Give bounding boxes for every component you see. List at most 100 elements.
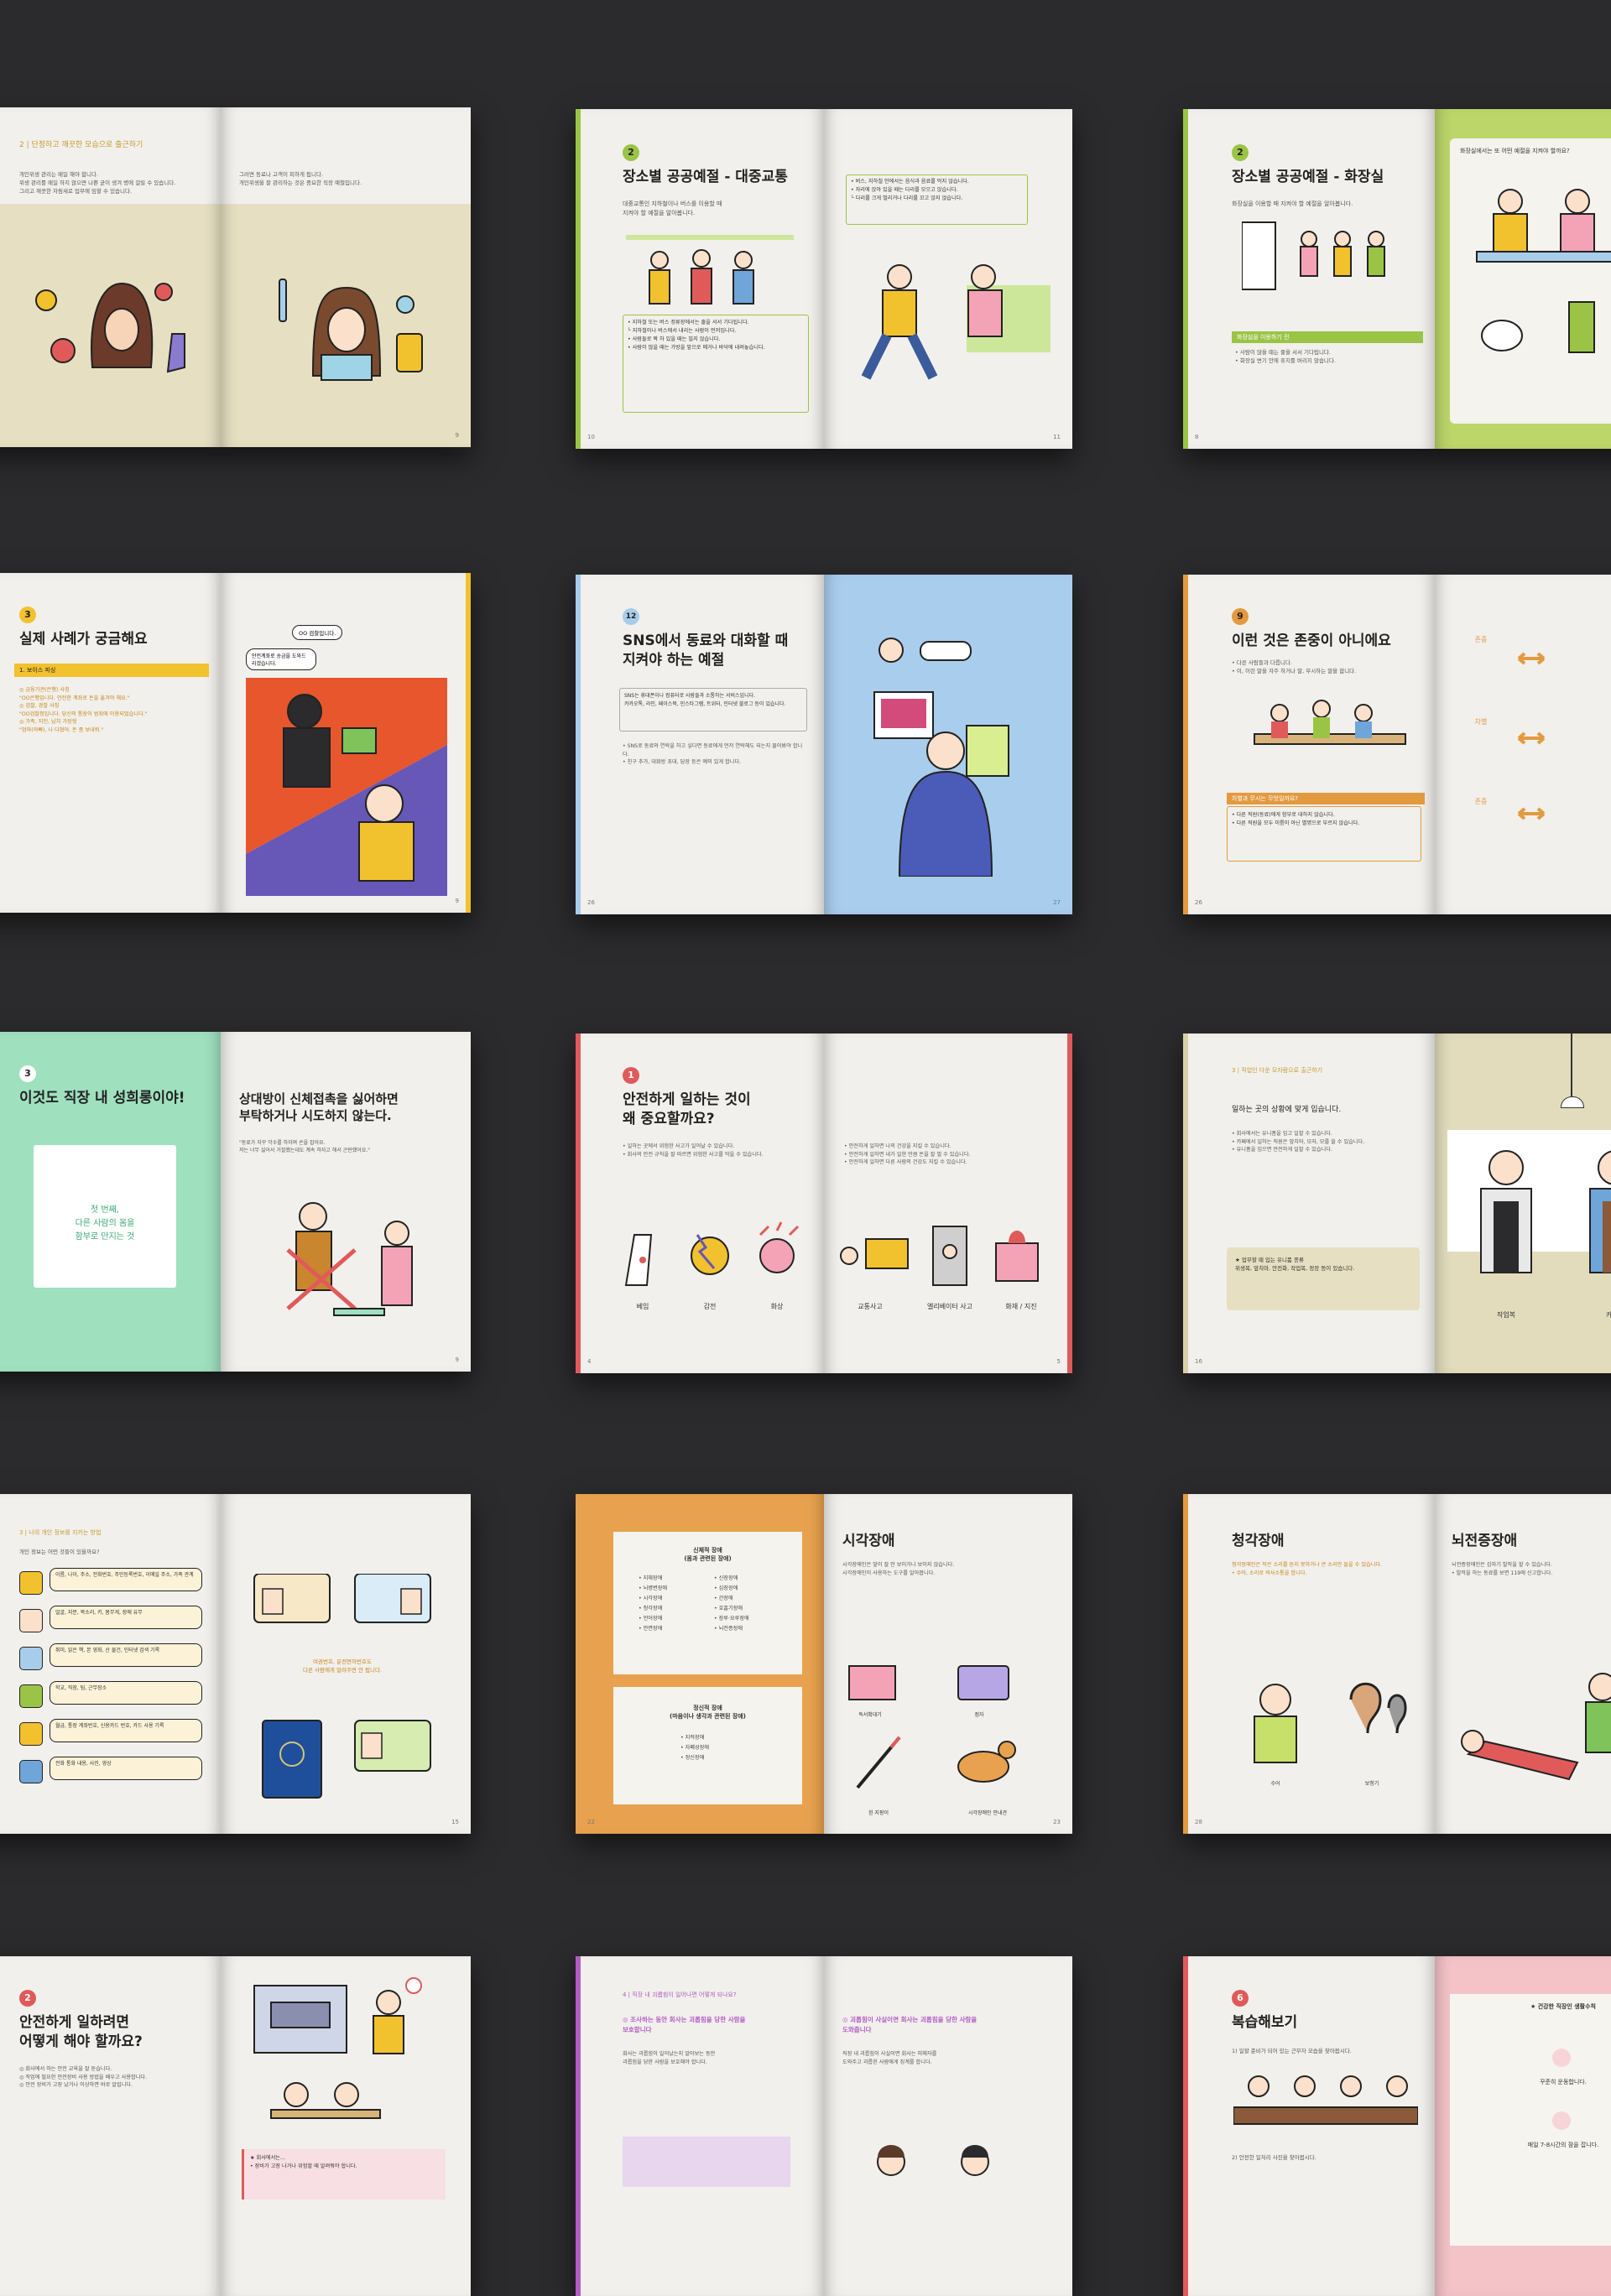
mockup-canvas: { "colors": { "background": "#2b2b2d", "… bbox=[0, 0, 1611, 2296]
aid-caption: 시각장애인 안내견 bbox=[967, 1810, 1008, 1816]
info-item: 이름, 나이, 주소, 전화번호, 주민등록번호, 이메일 주소, 가족 관계 bbox=[19, 1568, 212, 1598]
chapter-badge: 12 bbox=[623, 608, 639, 625]
info-item-label: 전화 통화 내용, 사진, 영상 bbox=[50, 1757, 202, 1780]
chapter-badge: 2 bbox=[1232, 144, 1249, 161]
page-number: 11 bbox=[1053, 434, 1061, 440]
hazard-caption: 화상 bbox=[770, 1303, 784, 1310]
question-text: 2) 안전한 일처리 사진을 찾아봅시다. bbox=[1232, 2154, 1316, 2161]
body-text: 회사는 괴롭힘이 일어났는지 알아보는 동안 괴롭힘을 당한 사람을 보호해야 … bbox=[623, 2051, 716, 2065]
reasons-text: • 안전하게 일하면 나의 건강을 지킬 수 있습니다. • 안전하게 일하면 … bbox=[844, 1143, 971, 1166]
hazard-caption: 베임 bbox=[636, 1303, 649, 1310]
page-title: 이런 것은 존중이 아니에요 bbox=[1232, 633, 1391, 649]
accent-stripe bbox=[1067, 1033, 1072, 1373]
book-spread-review: 6 복습해보기 1) 일할 준비가 되어 있는 근무자 모습을 찾아봅시다. 2… bbox=[1183, 1956, 1611, 2296]
accident-caption: 화재 / 지진 bbox=[1005, 1303, 1037, 1310]
accent-stripe bbox=[1183, 109, 1188, 449]
rule-item: 꾸준히 운동합니다. bbox=[1540, 2079, 1587, 2085]
question-text: 1) 일할 준비가 되어 있는 근무자 모습을 찾아봅시다. bbox=[1232, 2048, 1352, 2054]
section-header: 2 | 단정하고 깨끗한 모습으로 출근하기 bbox=[19, 141, 143, 149]
page-number: 22 bbox=[587, 1819, 595, 1825]
right-page: 존중 차별 존중 bbox=[1435, 575, 1611, 914]
uniform-workers-illustration bbox=[1480, 1150, 1611, 1273]
compare-arrows bbox=[1517, 652, 1546, 820]
section-header: 3 | 나의 개인 정보를 지키는 방법 bbox=[19, 1529, 102, 1536]
clean-woman-illustration bbox=[279, 279, 423, 381]
info-item-label: 월급, 통장 계좌번호, 신용카드 번호, 카드 사용 기록 bbox=[50, 1719, 202, 1742]
rules-text: • 다른 직원(동료)에게 함부로 대하지 않습니다. • 다른 직원을 모두 … bbox=[1232, 812, 1360, 826]
book-spread-uniform: 3 | 직업인 다운 모자람으로 출근하기 일하는 곳의 상황에 맞게 입습니다… bbox=[1183, 1033, 1611, 1373]
example-card-text: 첫 번째, 다른 사람의 몸을 함부로 만지는 것 bbox=[75, 1205, 135, 1242]
card-mental-list: • 지적장애 • 자폐성장애 • 정신장애 bbox=[680, 1733, 781, 1762]
germs-hair-illustration bbox=[35, 282, 185, 373]
book-spread-transit: 2 장소별 공공예절 - 대중교통 대중교통인 지하철이나 버스를 이용할 때 … bbox=[576, 109, 1072, 449]
info-item: 월급, 통장 계좌번호, 신용카드 번호, 카드 사용 기록 bbox=[19, 1719, 212, 1749]
info-item-icon bbox=[19, 1722, 43, 1746]
left-page: 4 | 직장 내 괴롭힘이 일어나면 어떻게 되나요? ◎ 조사하는 동안 회사… bbox=[576, 1956, 824, 2296]
left-page: 2 장소별 공공예절 - 대중교통 대중교통인 지하철이나 버스를 이용할 때 … bbox=[576, 109, 824, 449]
unwanted-touch-illustration bbox=[286, 1202, 413, 1316]
hazard-caption: 감전 bbox=[703, 1303, 717, 1310]
left-page: 3 이것도 직장 내 성희롱이야! 첫 번째, 다른 사람의 몸을 함부로 만지… bbox=[0, 1032, 221, 1372]
right-page: 상대방이 신체접촉을 싫어하면 부탁하거나 시도하지 않는다. "동료가 자꾸 … bbox=[221, 1032, 471, 1372]
quote-text: "동료가 자꾸 악수를 하자며 손을 잡아요. 저는 너무 싫어서 거절했는데도… bbox=[239, 1140, 371, 1154]
book-spread-hearing: 청각장애 청각장애인은 작은 소리를 듣지 못하거나 큰 소리만 들을 수 있습… bbox=[1183, 1494, 1611, 1834]
page-number: 26 bbox=[1195, 899, 1202, 906]
workers-lineup-illustration bbox=[1233, 2075, 1418, 2125]
page-title: 실제 사례가 궁금해요 bbox=[19, 631, 148, 648]
disability-item: • 청각장애 bbox=[639, 1606, 663, 1611]
disability-item: • 호흡기장애 bbox=[714, 1606, 743, 1611]
info-item-icon bbox=[19, 1684, 43, 1708]
section-header: 3 | 직업인 다운 모자람으로 출근하기 bbox=[1232, 1067, 1323, 1074]
body-text: 그러면 동료나 고객이 피하게 됩니다. 개인위생을 잘 관리하는 것은 중요한… bbox=[239, 171, 362, 187]
page-number: 27 bbox=[1053, 899, 1061, 906]
card-physical-title: 신체적 장애 (몸과 관련된 장애) bbox=[684, 1547, 732, 1562]
accident-caption: 엘리베이터 사고 bbox=[926, 1303, 973, 1310]
left-page: 2 장소별 공공예절 - 화장실 화장실을 이용할 때 지켜야 할 예절을 알아… bbox=[1183, 109, 1435, 449]
intro-text: • 다른 사람들과 다릅니다. • 이, 이런 말을 자주 하거나 말, 무시하… bbox=[1232, 659, 1357, 675]
book-spread-voice-phishing: 3 실제 사례가 궁금해요 1. 보이스 피싱 ◎ 금융기관(은행) 사칭 "O… bbox=[0, 573, 471, 913]
rules-text: ◎ 회사에서 하는 안전 교육을 잘 듣습니다. ◎ 작업에 필요한 안전장비 … bbox=[19, 2066, 148, 2089]
right-page: ★ 회사에서는... • 장비가 고장 나거나 위험할 때 알려줘야 합니다. bbox=[221, 1956, 471, 2296]
book-spread-hygiene: 2 | 단정하고 깨끗한 모습으로 출근하기 개인위생 관리는 매일 해야 합니… bbox=[0, 107, 471, 447]
phone-sns-illustration bbox=[873, 638, 1009, 877]
page-number: 16 bbox=[1195, 1358, 1202, 1365]
right-page: 여권번호, 운전면허번호도 다른 사람에게 알려주면 안 됩니다. 15 bbox=[221, 1494, 471, 1834]
disability-item: • 시각장애 bbox=[639, 1596, 663, 1601]
rules-text: • SNS로 동료와 연락을 하고 싶다면 동료에게 먼저 연락해도 되는지 물… bbox=[623, 743, 803, 766]
book-spread-harassment: 3 이것도 직장 내 성희롱이야! 첫 번째, 다른 사람의 몸을 함부로 만지… bbox=[0, 1032, 471, 1372]
rules-text: • 지하철 또는 버스 정류장에서는 줄을 서서 기다립니다. └ 지하철이나 … bbox=[628, 320, 765, 351]
accent-stripe bbox=[1183, 575, 1188, 914]
intro-text: 뇌전증장애인은 갑자기 발작을 할 수 있습니다. • 발작을 하는 동료를 보… bbox=[1452, 1562, 1553, 1576]
page-number: 4 bbox=[587, 1358, 592, 1365]
left-page: 9 이런 것은 존중이 아니에요 • 다른 사람들과 다릅니다. • 이, 이런… bbox=[1183, 575, 1435, 914]
book-spread-bullying: 4 | 직장 내 괴롭힘이 일어나면 어떻게 되나요? ◎ 조사하는 동안 회사… bbox=[576, 1956, 1072, 2296]
aid-caption: 점자 bbox=[974, 1712, 984, 1718]
info-item-label: 취미, 읽은 책, 본 영화, 산 물건, 인터넷 검색 기록 bbox=[50, 1643, 202, 1667]
book-spread-restroom: 2 장소별 공공예절 - 화장실 화장실을 이용할 때 지켜야 할 예절을 알아… bbox=[1183, 109, 1611, 449]
accent-stripe bbox=[576, 109, 581, 449]
disability-item: • 지체장애 bbox=[639, 1575, 663, 1581]
info-item-label: 이름, 나이, 주소, 전화번호, 주민등록번호, 이메일 주소, 가족 관계 bbox=[50, 1568, 202, 1591]
accent-stripe bbox=[466, 573, 471, 913]
coworkers-illustration bbox=[877, 2145, 989, 2176]
section-header: 4 | 직장 내 괴롭힘이 일어나면 어떻게 되나요? bbox=[623, 1991, 737, 1998]
speech-bubble: 안전계좌로 송금을 도와드리겠습니다. bbox=[246, 648, 316, 670]
book-spread-disability-types: 신체적 장애 (몸과 관련된 장애) • 지체장애 • 신장장애 • 뇌병변장애 • … bbox=[576, 1494, 1072, 1834]
info-item-icon bbox=[19, 1571, 43, 1595]
compare-heading: 존중 bbox=[1474, 798, 1488, 805]
disability-item: • 자폐성장애 bbox=[680, 1744, 710, 1751]
compare-heading: 차별 bbox=[1474, 718, 1488, 726]
accident-caption: 교통사고 bbox=[858, 1303, 883, 1310]
left-page: 3 | 나의 개인 정보를 지키는 방법 개인 정보는 어떤 것들이 있을까요?… bbox=[0, 1494, 221, 1834]
sub-heading: 일하는 곳의 상황에 맞게 입습니다. bbox=[1232, 1106, 1342, 1114]
vision-aids-illustration bbox=[848, 1665, 1016, 1789]
left-page: 2 안전하게 일하려면 어떻게 해야 할까요? ◎ 회사에서 하는 안전 교육을… bbox=[0, 1956, 221, 2296]
disability-item: • 심장장애 bbox=[714, 1585, 738, 1591]
definition-text: SNS는 휴대폰이나 컴퓨터로 사람들과 소통하는 서비스입니다. 카카오톡, … bbox=[624, 693, 786, 707]
accent-stripe bbox=[1183, 1956, 1188, 2296]
intro-text: 화장실을 이용할 때 지켜야 할 예절을 알아봅니다. bbox=[1232, 200, 1353, 207]
aid-caption: 독서확대기 bbox=[858, 1712, 882, 1718]
disability-item: • 정신장애 bbox=[680, 1754, 705, 1761]
book-spread-sns: 12 SNS에서 동료와 대화할 때 지켜야 하는 예절 SNS는 휴대폰이나 … bbox=[576, 575, 1072, 914]
page-title: 이것도 직장 내 성희롱이야! bbox=[19, 1090, 185, 1106]
